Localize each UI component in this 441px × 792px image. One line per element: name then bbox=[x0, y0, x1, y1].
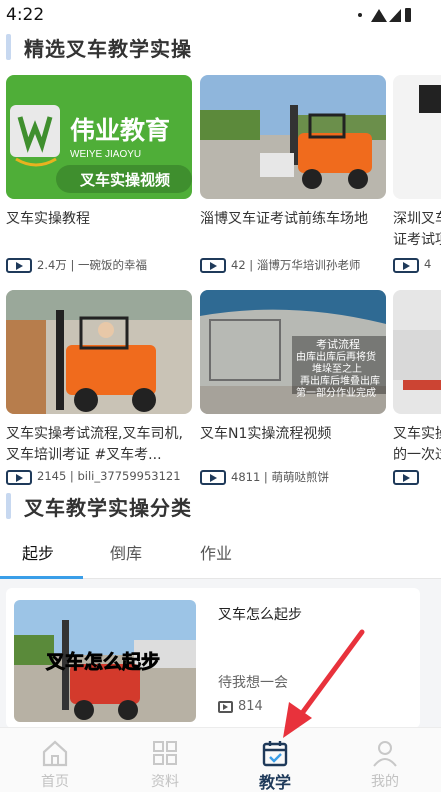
featured-title: 精选叉车教学实操 bbox=[24, 37, 192, 61]
list-item[interactable]: 叉车怎么起步 叉车怎么起步 待我想一会 814 bbox=[6, 588, 420, 728]
play-icon bbox=[200, 470, 226, 485]
nav-item-materials[interactable]: 资料 bbox=[110, 728, 220, 792]
thumb-caption-big: 伟业教育 bbox=[70, 116, 170, 145]
video-meta: 42 | 淄博万华培训孙老师 bbox=[200, 256, 386, 274]
battery-icon bbox=[405, 8, 411, 22]
thumb-caption-tag: 叉车实操视频 bbox=[79, 171, 170, 189]
nav-label-teaching: 教学 bbox=[258, 773, 291, 792]
video-meta: 4811 | 萌萌哒煎饼 bbox=[200, 468, 386, 486]
video-thumbnail[interactable] bbox=[393, 75, 441, 199]
nav-label-materials: 资料 bbox=[151, 774, 179, 790]
video-card[interactable]: 伟业教育 WEIYE JIAOYU 叉车实操视频 叉车实操教程 2.4万 | 一… bbox=[6, 75, 192, 275]
video-title[interactable]: 深圳叉车证考试项目一场地 bbox=[393, 209, 441, 251]
category-tabs: 起步 倒库 作业 bbox=[0, 530, 441, 578]
video-title[interactable]: 淄博叉车证考试前练车场地 bbox=[200, 209, 382, 230]
signal-icon bbox=[389, 9, 401, 22]
video-card[interactable]: 深圳叉车证考试项目一场地 4 bbox=[393, 75, 441, 275]
video-thumbnail[interactable]: 考试流程 由库出库后再将货 堆垛至之上 再出库后堆叠出库 第一部分作业完成 bbox=[200, 290, 386, 414]
video-title[interactable]: 叉车实操的一次过 bbox=[393, 424, 441, 466]
nav-item-profile[interactable]: 我的 bbox=[330, 728, 440, 792]
wifi-icon bbox=[371, 9, 387, 22]
home-icon bbox=[42, 740, 68, 767]
play-icon bbox=[218, 701, 233, 713]
video-thumbnail[interactable] bbox=[393, 290, 441, 414]
video-meta: 2.4万 | 一碗饭的幸福 bbox=[6, 256, 192, 274]
play-icon bbox=[6, 258, 32, 273]
status-bar: 4:22 bbox=[0, 0, 441, 30]
video-meta: 2145 | bili_37759953121 bbox=[6, 468, 192, 486]
video-meta bbox=[393, 468, 441, 486]
featured-row-2: 叉车实操考试流程,叉车司机,叉车培训考证 #叉车考... 2145 | bili… bbox=[0, 290, 441, 490]
calendar-check-icon bbox=[262, 741, 288, 767]
video-thumbnail[interactable]: 伟业教育 WEIYE JIAOYU 叉车实操视频 bbox=[6, 75, 192, 199]
tab-start[interactable]: 起步 bbox=[22, 540, 54, 564]
tab-operation[interactable]: 作业 bbox=[200, 540, 232, 564]
status-icons bbox=[358, 8, 411, 22]
nav-label-profile: 我的 bbox=[371, 774, 399, 790]
nav-label-home: 首页 bbox=[41, 774, 69, 790]
play-icon bbox=[200, 258, 226, 273]
bottom-nav: 首页 资料 教学 我的 bbox=[0, 727, 441, 792]
play-icon bbox=[393, 258, 419, 273]
nav-item-home[interactable]: 首页 bbox=[0, 728, 110, 792]
category-title: 叉车教学实操分类 bbox=[24, 496, 192, 520]
thumb-caption-small: WEIYE JIAOYU bbox=[70, 149, 141, 160]
video-title[interactable]: 叉车N1实操流程视频 bbox=[200, 424, 382, 445]
video-meta: 4 bbox=[393, 256, 441, 274]
play-icon bbox=[6, 470, 32, 485]
nav-item-teaching[interactable]: 教学 bbox=[220, 728, 330, 792]
featured-section-title: 精选叉车教学实操 bbox=[0, 30, 441, 64]
grid-icon bbox=[153, 741, 177, 765]
category-section-title: 叉车教学实操分类 bbox=[0, 489, 441, 523]
video-thumbnail[interactable] bbox=[200, 75, 386, 199]
video-title[interactable]: 叉车实操教程 bbox=[6, 209, 188, 230]
tab-reverse-parking[interactable]: 倒库 bbox=[110, 540, 142, 564]
video-card[interactable]: 淄博叉车证考试前练车场地 42 | 淄博万华培训孙老师 bbox=[200, 75, 386, 275]
status-time: 4:22 bbox=[6, 5, 45, 25]
video-card[interactable]: 叉车实操考试流程,叉车司机,叉车培训考证 #叉车考... 2145 | bili… bbox=[6, 290, 192, 490]
list-item-thumbnail[interactable]: 叉车怎么起步 bbox=[14, 600, 196, 722]
video-card[interactable]: 考试流程 由库出库后再将货 堆垛至之上 再出库后堆叠出库 第一部分作业完成 叉车… bbox=[200, 290, 386, 490]
dot-icon bbox=[358, 13, 362, 17]
user-icon bbox=[373, 741, 397, 767]
video-thumbnail[interactable] bbox=[6, 290, 192, 414]
play-icon bbox=[393, 470, 419, 485]
list-item-author: 待我想一会 bbox=[218, 675, 288, 691]
video-title[interactable]: 叉车实操考试流程,叉车司机,叉车培训考证 #叉车考... bbox=[6, 424, 188, 466]
list-item-title[interactable]: 叉车怎么起步 bbox=[218, 604, 302, 624]
video-card[interactable]: 叉车实操的一次过 bbox=[393, 290, 441, 490]
featured-row-1: 伟业教育 WEIYE JIAOYU 叉车实操视频 叉车实操教程 2.4万 | 一… bbox=[0, 75, 441, 275]
list-thumb-caption: 叉车怎么起步 bbox=[45, 650, 160, 673]
